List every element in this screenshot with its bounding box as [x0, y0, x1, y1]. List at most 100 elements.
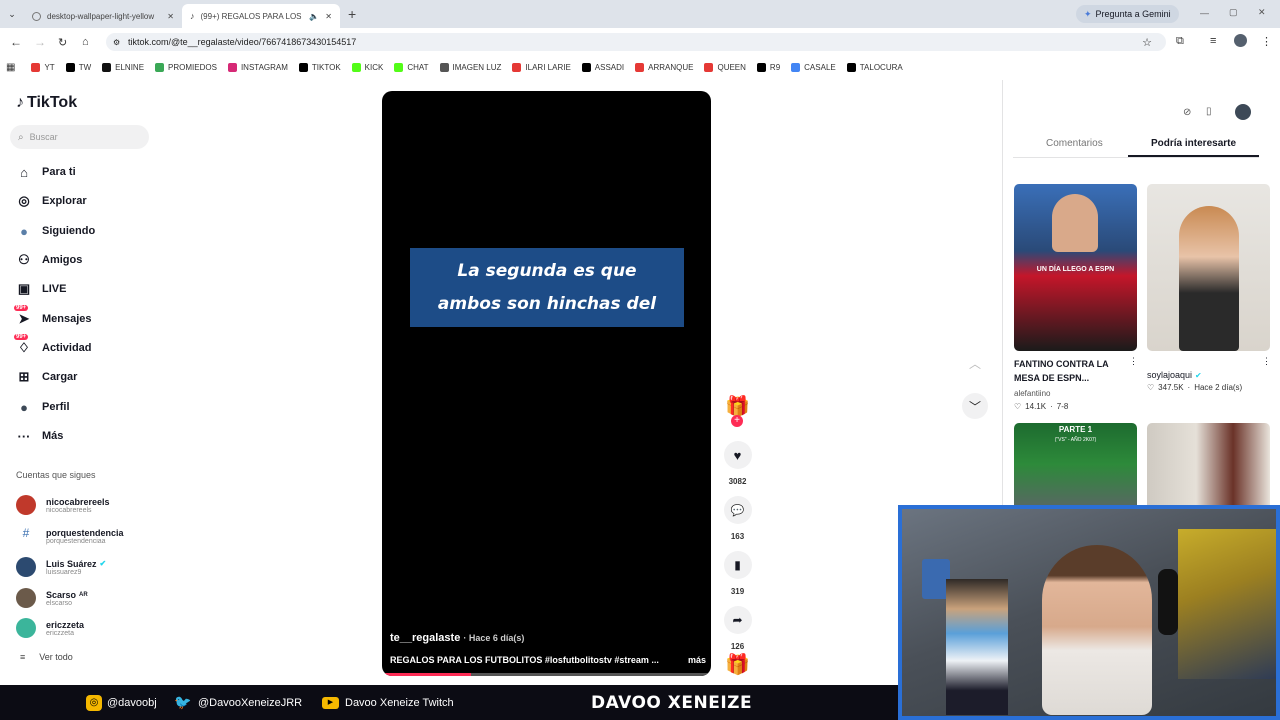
previous-video-button[interactable]: ︿	[962, 350, 988, 376]
forward-icon[interactable]: →	[34, 35, 46, 49]
back-icon[interactable]: ←	[10, 35, 22, 49]
site-info-icon[interactable]: ⚙	[113, 38, 120, 47]
browser-tab-1[interactable]: desktop-wallpaper-light-yellow ✕	[24, 4, 182, 28]
account-handle: nicocabrereels	[46, 506, 92, 514]
tab-recommended[interactable]: Podría interesarte	[1151, 138, 1236, 149]
nav-item-explorar[interactable]: ◎ Explorar	[16, 193, 86, 209]
nav-item-actividad[interactable]: ♢ 99+ Actividad	[14, 334, 92, 356]
tab-title: desktop-wallpaper-light-yellow	[47, 11, 155, 21]
profile-browser-icon[interactable]	[1234, 34, 1247, 47]
recommended-card[interactable]	[1147, 184, 1270, 351]
card-title[interactable]: FANTINO CONTRA LA MESA DE ESPN...	[1014, 357, 1129, 385]
tiktok-logo[interactable]: ♪ TikTok	[16, 94, 77, 112]
save-button[interactable]: ▮	[723, 551, 752, 579]
bookmark-item[interactable]: ASSADI	[581, 62, 624, 72]
followed-account[interactable]: ericzzeta ericzzeta	[16, 618, 84, 638]
bookmark-favicon-icon	[791, 62, 801, 72]
nav-item-perfil[interactable]: ● Perfil	[16, 399, 70, 415]
bookmark-favicon-icon	[581, 62, 591, 72]
bookmark-item[interactable]: TALOCURA	[846, 62, 903, 72]
browser-tab-2[interactable]: ♪ (99+) REGALOS PARA LOS F 🔈 ✕	[182, 4, 340, 28]
bookmark-item[interactable]: IMAGEN LUZ	[439, 62, 501, 72]
user-avatar[interactable]	[1235, 104, 1251, 120]
followed-account[interactable]: # porquestendencia porquestendenciaa	[16, 526, 124, 546]
card-menu-icon[interactable]: ⋮	[1262, 356, 1271, 367]
bookmark-item[interactable]: YT	[31, 62, 55, 72]
bookmark-item[interactable]: TIKTOK	[298, 62, 341, 72]
followed-account[interactable]: Scarso AR elscarso	[16, 588, 88, 608]
nav-item-live[interactable]: ▣ LIVE	[16, 281, 67, 297]
bookmark-favicon-icon	[512, 62, 522, 72]
recommended-card[interactable]	[1147, 423, 1270, 505]
bookmark-label: CHAT	[407, 62, 429, 72]
tab-search-icon[interactable]: ⌄	[0, 0, 24, 28]
bookmark-item[interactable]: INSTAGRAM	[227, 62, 288, 72]
nav-item-cargar[interactable]: ⊞ Cargar	[16, 369, 78, 385]
comment-icon: 💬	[730, 504, 745, 517]
card-author[interactable]: alefantiino	[1014, 389, 1050, 398]
follow-plus-icon[interactable]: +	[731, 415, 743, 427]
recommended-card[interactable]: PARTE 1 ("VS" - AÑO 2K07)	[1014, 423, 1137, 505]
bookmark-item[interactable]: PROMIEDOS	[155, 62, 217, 72]
tiktok-note-icon: ♪	[16, 94, 24, 111]
nav-label: Perfil	[42, 401, 70, 413]
nav-label: Más	[42, 430, 64, 442]
share-button[interactable]: ➦	[723, 606, 752, 634]
card-author[interactable]: soylajoaqui ✔	[1147, 370, 1202, 380]
bookmark-label: QUEEN	[717, 62, 746, 72]
bookmark-star-icon[interactable]: ☆	[1142, 36, 1152, 49]
next-video-button[interactable]: ﹀	[962, 393, 988, 419]
bookmark-item[interactable]: CHAT	[394, 62, 429, 72]
nav-item-parati[interactable]: ⌂ Para ti	[16, 164, 76, 180]
apps-grid-icon[interactable]: ▦	[6, 62, 15, 73]
bookmark-item[interactable]: QUEEN	[704, 62, 746, 72]
search-input[interactable]: ⌕ Buscar	[10, 125, 149, 149]
account-name: porquestendencia	[46, 527, 124, 538]
close-window-icon[interactable]: ✕	[1258, 7, 1266, 18]
followed-account[interactable]: nicocabrereels nicocabrereels	[16, 495, 110, 515]
comment-button[interactable]: 💬	[723, 496, 752, 524]
gemini-button[interactable]: ✦ Pregunta a Gemini	[1076, 5, 1179, 23]
tab-title: (99+) REGALOS PARA LOS F	[200, 11, 304, 21]
minimize-icon[interactable]: —	[1200, 8, 1209, 18]
reading-list-icon[interactable]: ≡	[1210, 35, 1216, 47]
browser-menu-icon[interactable]: ⋮	[1261, 35, 1272, 48]
bookmark-item[interactable]: ELNINE	[102, 62, 144, 72]
bookmark-item[interactable]: CASALE	[791, 62, 836, 72]
like-button[interactable]: ♥	[723, 441, 752, 469]
tab-comments[interactable]: Comentarios	[1046, 138, 1103, 149]
nav-item-amigos[interactable]: ⚇ Amigos	[16, 252, 82, 268]
bookmark-item[interactable]: R9	[756, 62, 780, 72]
extensions-icon[interactable]: ⧉	[1176, 35, 1184, 48]
dot-separator: ·	[1050, 402, 1053, 411]
video-author[interactable]: te__regalaste	[390, 632, 460, 644]
reload-icon[interactable]: ↻	[58, 36, 67, 49]
close-tab-icon[interactable]: ✕	[325, 12, 332, 21]
device-icon[interactable]: ▯	[1206, 106, 1212, 117]
bookmark-item[interactable]: KICK	[351, 62, 383, 72]
followed-account[interactable]: Luis Suárez ✔ luissuarez9	[16, 557, 106, 577]
card-menu-icon[interactable]: ⋮	[1129, 356, 1138, 367]
music-disc-gift-icon[interactable]: 🎁	[725, 652, 750, 677]
see-all-link[interactable]: ≡ Ver todo	[20, 652, 73, 662]
new-tab-icon[interactable]: +	[348, 6, 356, 22]
recommended-card[interactable]: UN DÍA LLEGO A ESPN	[1014, 184, 1137, 351]
nav-item-siguiendo[interactable]: ● Siguiendo	[16, 223, 95, 239]
nav-item-mensajes[interactable]: ➤ 99+ Mensajes	[14, 305, 92, 327]
speaker-icon[interactable]: 🔈	[309, 12, 319, 21]
video-player[interactable]: La segunda es que ambos son hinchas del …	[382, 91, 711, 676]
bookmark-item[interactable]: ARRANQUE	[635, 62, 693, 72]
progress-track[interactable]	[382, 673, 711, 676]
bookmark-item[interactable]: ILARI LARIE	[512, 62, 571, 72]
close-tab-icon[interactable]: ✕	[167, 12, 174, 21]
bookmark-item[interactable]: TW	[65, 62, 91, 72]
bookmark-label: ILARI LARIE	[525, 62, 571, 72]
maximize-icon[interactable]: ▢	[1229, 7, 1238, 18]
list-icon: ≡	[20, 652, 26, 662]
url-bar[interactable]: ⚙ tiktok.com/@te__regalaste/video/766741…	[106, 33, 1166, 51]
bookmark-label: TALOCURA	[859, 62, 903, 72]
home-browser-icon[interactable]: ⌂	[82, 36, 89, 48]
more-link[interactable]: más	[688, 655, 706, 665]
nav-item-ms[interactable]: ··· Más	[16, 428, 64, 444]
compass-small-icon[interactable]: ⊘	[1183, 107, 1191, 118]
